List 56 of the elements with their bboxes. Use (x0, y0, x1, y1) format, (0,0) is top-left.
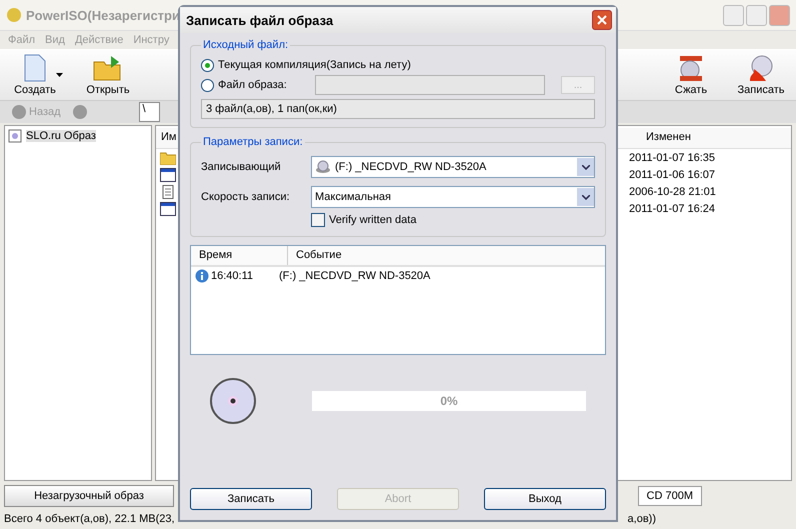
chevron-down-icon (582, 164, 590, 170)
checkbox-label: Verify written data (329, 214, 416, 226)
disc-image-icon (8, 129, 22, 143)
group-label: Параметры записи: (202, 136, 304, 148)
info-icon (195, 269, 209, 283)
column-header[interactable]: Событие (288, 246, 605, 265)
image-path-field[interactable] (315, 75, 545, 95)
close-button[interactable] (592, 10, 612, 30)
radio-button[interactable] (201, 78, 214, 92)
table-cell-text: 16:40:11 (211, 270, 254, 282)
tree-item[interactable]: SLO.ru Образ (26, 130, 96, 142)
document-icon (23, 54, 47, 82)
radio-label: Файл образа: (218, 79, 287, 91)
table-cell-text: 2011-01-06 16:07 (629, 168, 716, 180)
toolbar-button[interactable]: Сжать (656, 52, 726, 98)
window-icon (160, 202, 176, 216)
toolbar-button[interactable]: Записать (726, 52, 796, 98)
toolbar-button[interactable]: Открыть (73, 52, 143, 98)
chevron-down-icon (582, 194, 590, 200)
dialog-title: Записать файл образа (186, 12, 334, 28)
field-label: Записывающий (201, 161, 282, 173)
drive-icon (315, 160, 331, 174)
table-cell-text: 2011-01-07 16:35 (629, 152, 716, 164)
info-field: 3 файл(а,ов), 1 пап(ок,ки) (201, 99, 595, 119)
group-label: Исходный файл: (202, 39, 290, 51)
window-title: PowerISO(Незарегистри (26, 8, 180, 22)
path-field[interactable]: \ (138, 102, 160, 122)
speed-dropdown[interactable]: Максимальная (311, 186, 595, 208)
status-text: Всего 4 объект(а,ов), 22.1 MB(23, (4, 513, 175, 525)
folder-icon (93, 54, 123, 82)
toolbar-button[interactable]: Создать (0, 52, 70, 98)
window-icon (160, 168, 176, 182)
table-cell-text: 2006-10-28 21:01 (629, 186, 717, 198)
field-label: Скорость записи: (201, 191, 291, 203)
disc-icon (210, 378, 256, 424)
media-dropdown[interactable]: CD 700M (638, 486, 702, 506)
radio-button[interactable] (201, 58, 214, 72)
disc-icon (6, 7, 22, 23)
notepad-icon (160, 184, 176, 198)
table-cell-text: 2011-01-07 16:24 (629, 202, 716, 214)
status-text: а,ов)) (628, 513, 656, 525)
caret-icon[interactable] (56, 73, 63, 77)
close-icon (596, 14, 608, 26)
boot-button[interactable]: Незагрузочный образ (4, 485, 174, 507)
burning-disc-icon (747, 54, 775, 82)
disc-press-icon (677, 54, 705, 82)
column-header[interactable]: Им (161, 131, 176, 145)
table-cell: (F:) _NECDVD_RW ND-3520A (279, 270, 430, 282)
writer-dropdown[interactable]: (F:) _NECDVD_RW ND-3520A (311, 156, 595, 178)
radio-label: Текущая компиляция(Запись на лету) (218, 59, 411, 71)
dialog-button[interactable]: Записать (190, 488, 312, 510)
progress-text: 0% (440, 394, 458, 408)
column-header[interactable]: Изменен (646, 131, 786, 145)
column-header[interactable]: Время (191, 246, 288, 265)
checkbox[interactable] (311, 213, 325, 227)
dialog-button[interactable]: Выход (484, 488, 606, 510)
